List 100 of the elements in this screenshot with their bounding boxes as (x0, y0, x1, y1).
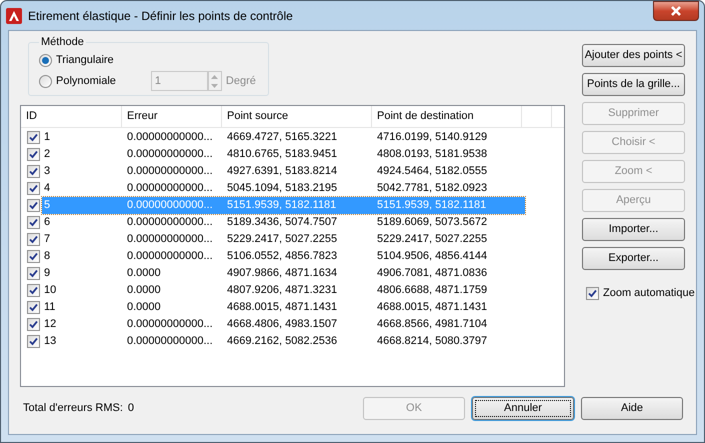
column-header[interactable]: Point source (222, 106, 372, 127)
table-cell-text: 4668.8214, 5080.3797 (376, 334, 488, 350)
table-cell-text: 4807.9206, 4871.3231 (226, 283, 338, 298)
table-cell-text: 4810.6765, 5183.9451 (226, 147, 338, 162)
selectable-row[interactable]: 2 0.00000000000... 4810.6765, 5183.9451 4808.0193, 5181.9538 (42, 146, 525, 163)
up-arrow-icon (211, 74, 218, 78)
table-cell-text: 0.00000000000... (126, 164, 214, 180)
table-cell-text: 0.00000000000... (126, 215, 214, 230)
table-cell-text: 6 (43, 215, 52, 230)
table-cell-text: 0.00000000000... (126, 181, 214, 196)
table-cell-text: 5045.1094, 5183.2195 (226, 181, 338, 196)
selectable-row[interactable]: 6 0.00000000000... 5189.3436, 5074.7507 5189.6069, 5073.5672 (42, 214, 525, 231)
table-cell-text: 7 (43, 232, 52, 248)
selectable-row[interactable]: 13 0.00000000000... 4669.2162, 5082.2536 4668.8214, 5080.3797 (42, 333, 525, 350)
app-logo-icon (6, 8, 22, 24)
table-cell-text: 0.0000 (126, 300, 162, 316)
row-checkbox[interactable] (27, 335, 40, 348)
rms-value: 0 (128, 400, 134, 416)
table-cell-text: 0.00000000000... (126, 249, 214, 264)
table-cell-text: 0.0000 (126, 283, 162, 298)
table-cell-text: 5151.9539, 5182.1181 (226, 198, 338, 214)
row-checkbox[interactable] (27, 131, 40, 144)
selectable-row[interactable]: 12 0.00000000000... 4668.4806, 4983.1507 4668.8566, 4981.7104 (42, 316, 525, 333)
row-checkbox[interactable] (27, 301, 40, 314)
rms-label: Total d'erreurs RMS: (22, 400, 123, 416)
table-cell-text: 9 (43, 266, 52, 282)
table-cell-text: 8 (43, 249, 52, 264)
row-checkbox[interactable] (27, 148, 40, 161)
table-cell-text: 5106.0552, 4856.7823 (226, 249, 338, 264)
table-cell-text: 3 (43, 164, 52, 180)
table-cell-text: 11 (43, 300, 56, 316)
radio-button[interactable] (39, 74, 52, 88)
row-checkbox[interactable] (27, 233, 40, 246)
table-cell-text: 5229.2417, 5027.2255 (226, 232, 338, 248)
table-cell-text: 5151.9539, 5182.1181 (376, 198, 488, 214)
table-cell-text: 4907.9866, 4871.1634 (226, 266, 338, 282)
column-header[interactable]: ID (21, 106, 122, 127)
table-cell-text: 4716.0199, 5140.9129 (376, 130, 488, 146)
table-cell-text: 4669.4727, 5165.3221 (226, 130, 338, 146)
radio-button[interactable] (39, 54, 52, 66)
table-cell-text: 5189.3436, 5074.7507 (226, 215, 338, 230)
row-checkbox[interactable] (27, 318, 40, 331)
table-cell-text: 5042.7781, 5182.0923 (376, 181, 488, 196)
selectable-row[interactable]: 7 0.00000000000... 5229.2417, 5027.2255 5229.2417, 5027.2255 (42, 231, 525, 248)
table-cell-text: 4924.5464, 5182.0555 (376, 164, 488, 180)
table-cell-text: 1 (43, 130, 52, 146)
close-button[interactable] (653, 1, 699, 21)
table-cell-text: 5189.6069, 5073.5672 (376, 215, 488, 230)
row-checkbox[interactable] (27, 182, 40, 195)
window-title: Etirement élastique - Définir les points de contrôle (28, 8, 293, 24)
table-cell-text: 0.00000000000... (126, 130, 214, 146)
table-cell-text: 4668.8566, 4981.7104 (376, 317, 488, 332)
row-checkbox[interactable] (27, 199, 40, 212)
group-label: Méthode (40, 35, 85, 50)
table-cell-text: 2 (43, 147, 52, 162)
dialog-button[interactable]: Aide (581, 396, 683, 420)
selectable-row[interactable]: 9 0.0000 4907.9866, 4871.1634 4906.7081, 4871.0836 (42, 265, 525, 282)
table-cell-text: 0.00000000000... (126, 232, 214, 248)
table-cell-text: 4808.0193, 5181.9538 (376, 147, 488, 162)
table-cell-text: 0.0000 (126, 266, 162, 282)
table-cell-text: 0.00000000000... (126, 334, 214, 350)
table-cell-text: 4 (43, 181, 52, 196)
selectable-row[interactable]: 3 0.00000000000... 4927.6391, 5183.8214 4924.5464, 5182.0555 (42, 163, 525, 180)
row-checkbox[interactable] (27, 165, 40, 178)
table-cell-text: 10 (43, 283, 58, 298)
table-cell-text: 4688.0015, 4871.1431 (376, 300, 488, 316)
side-button[interactable]: Points de la grille... (582, 73, 685, 96)
selectable-row[interactable]: 1 0.00000000000... 4669.4727, 5165.3221 4716.0199, 5140.9129 (42, 129, 525, 146)
radio-label: Triangulaire (56, 52, 114, 68)
side-button[interactable]: Ajouter des points < (582, 44, 685, 67)
table-cell-text: 13 (43, 334, 58, 350)
down-arrow-icon (211, 84, 218, 88)
column-header[interactable]: Point de destination (372, 106, 522, 127)
table-cell-text: 4668.4806, 4983.1507 (226, 317, 338, 332)
table-cell-text: 4927.6391, 5183.8214 (226, 164, 338, 180)
row-checkbox[interactable] (27, 250, 40, 263)
degree-label: Degré (226, 74, 256, 89)
side-button[interactable]: Importer... (582, 218, 685, 241)
table-cell-text: 4688.0015, 4871.1431 (226, 300, 338, 316)
table-cell-text: 5 (43, 198, 52, 214)
selectable-row[interactable]: 4 0.00000000000... 5045.1094, 5183.2195 5042.7781, 5182.0923 (42, 180, 525, 197)
table-cell-text: 0.00000000000... (126, 198, 214, 214)
radio-label: Polynomiale (56, 74, 116, 89)
side-button[interactable]: Exporter... (582, 247, 685, 270)
table-cell-text: 4906.7081, 4871.0836 (376, 266, 488, 282)
table-cell-text: 0.00000000000... (126, 147, 214, 162)
selectable-row[interactable]: 8 0.00000000000... 5106.0552, 4856.7823 5104.9506, 4856.4144 (42, 248, 525, 265)
row-checkbox[interactable] (27, 216, 40, 229)
dialog-button[interactable]: Annuler (472, 396, 574, 420)
table-cell-text: 12 (43, 317, 58, 332)
close-icon (670, 6, 682, 16)
table-cell-text: 4806.6688, 4871.1759 (376, 283, 488, 298)
table-cell-text: 5229.2417, 5027.2255 (376, 232, 488, 248)
auto-zoom-checkbox[interactable] (586, 286, 599, 300)
table-cell-text: 4669.2162, 5082.2536 (226, 334, 338, 350)
selectable-row[interactable]: 10 0.0000 4807.9206, 4871.3231 4806.6688, 4871.1759 (42, 282, 525, 299)
row-checkbox[interactable] (27, 267, 40, 280)
row-checkbox[interactable] (27, 284, 40, 297)
selectable-row[interactable]: 11 0.0000 4688.0015, 4871.1431 4688.0015, 4871.1431 (42, 299, 525, 316)
column-header[interactable]: Erreur (122, 106, 222, 127)
